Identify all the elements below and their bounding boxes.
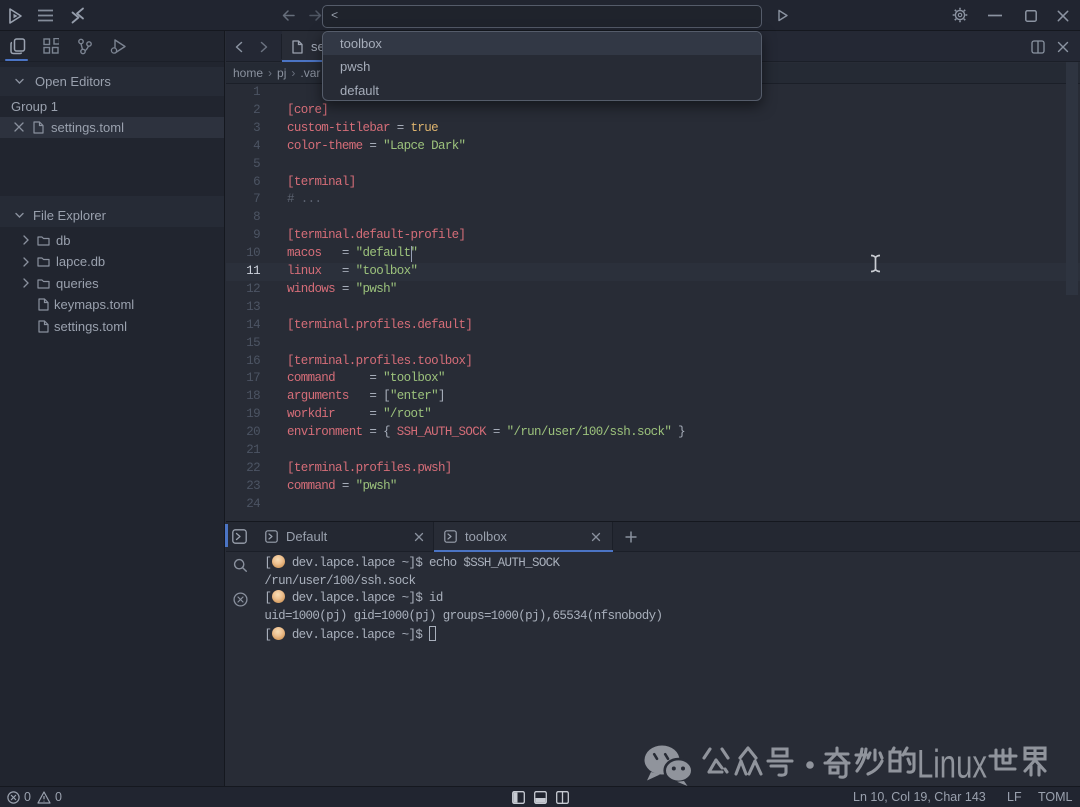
svg-text:Linux: Linux xyxy=(917,743,987,787)
